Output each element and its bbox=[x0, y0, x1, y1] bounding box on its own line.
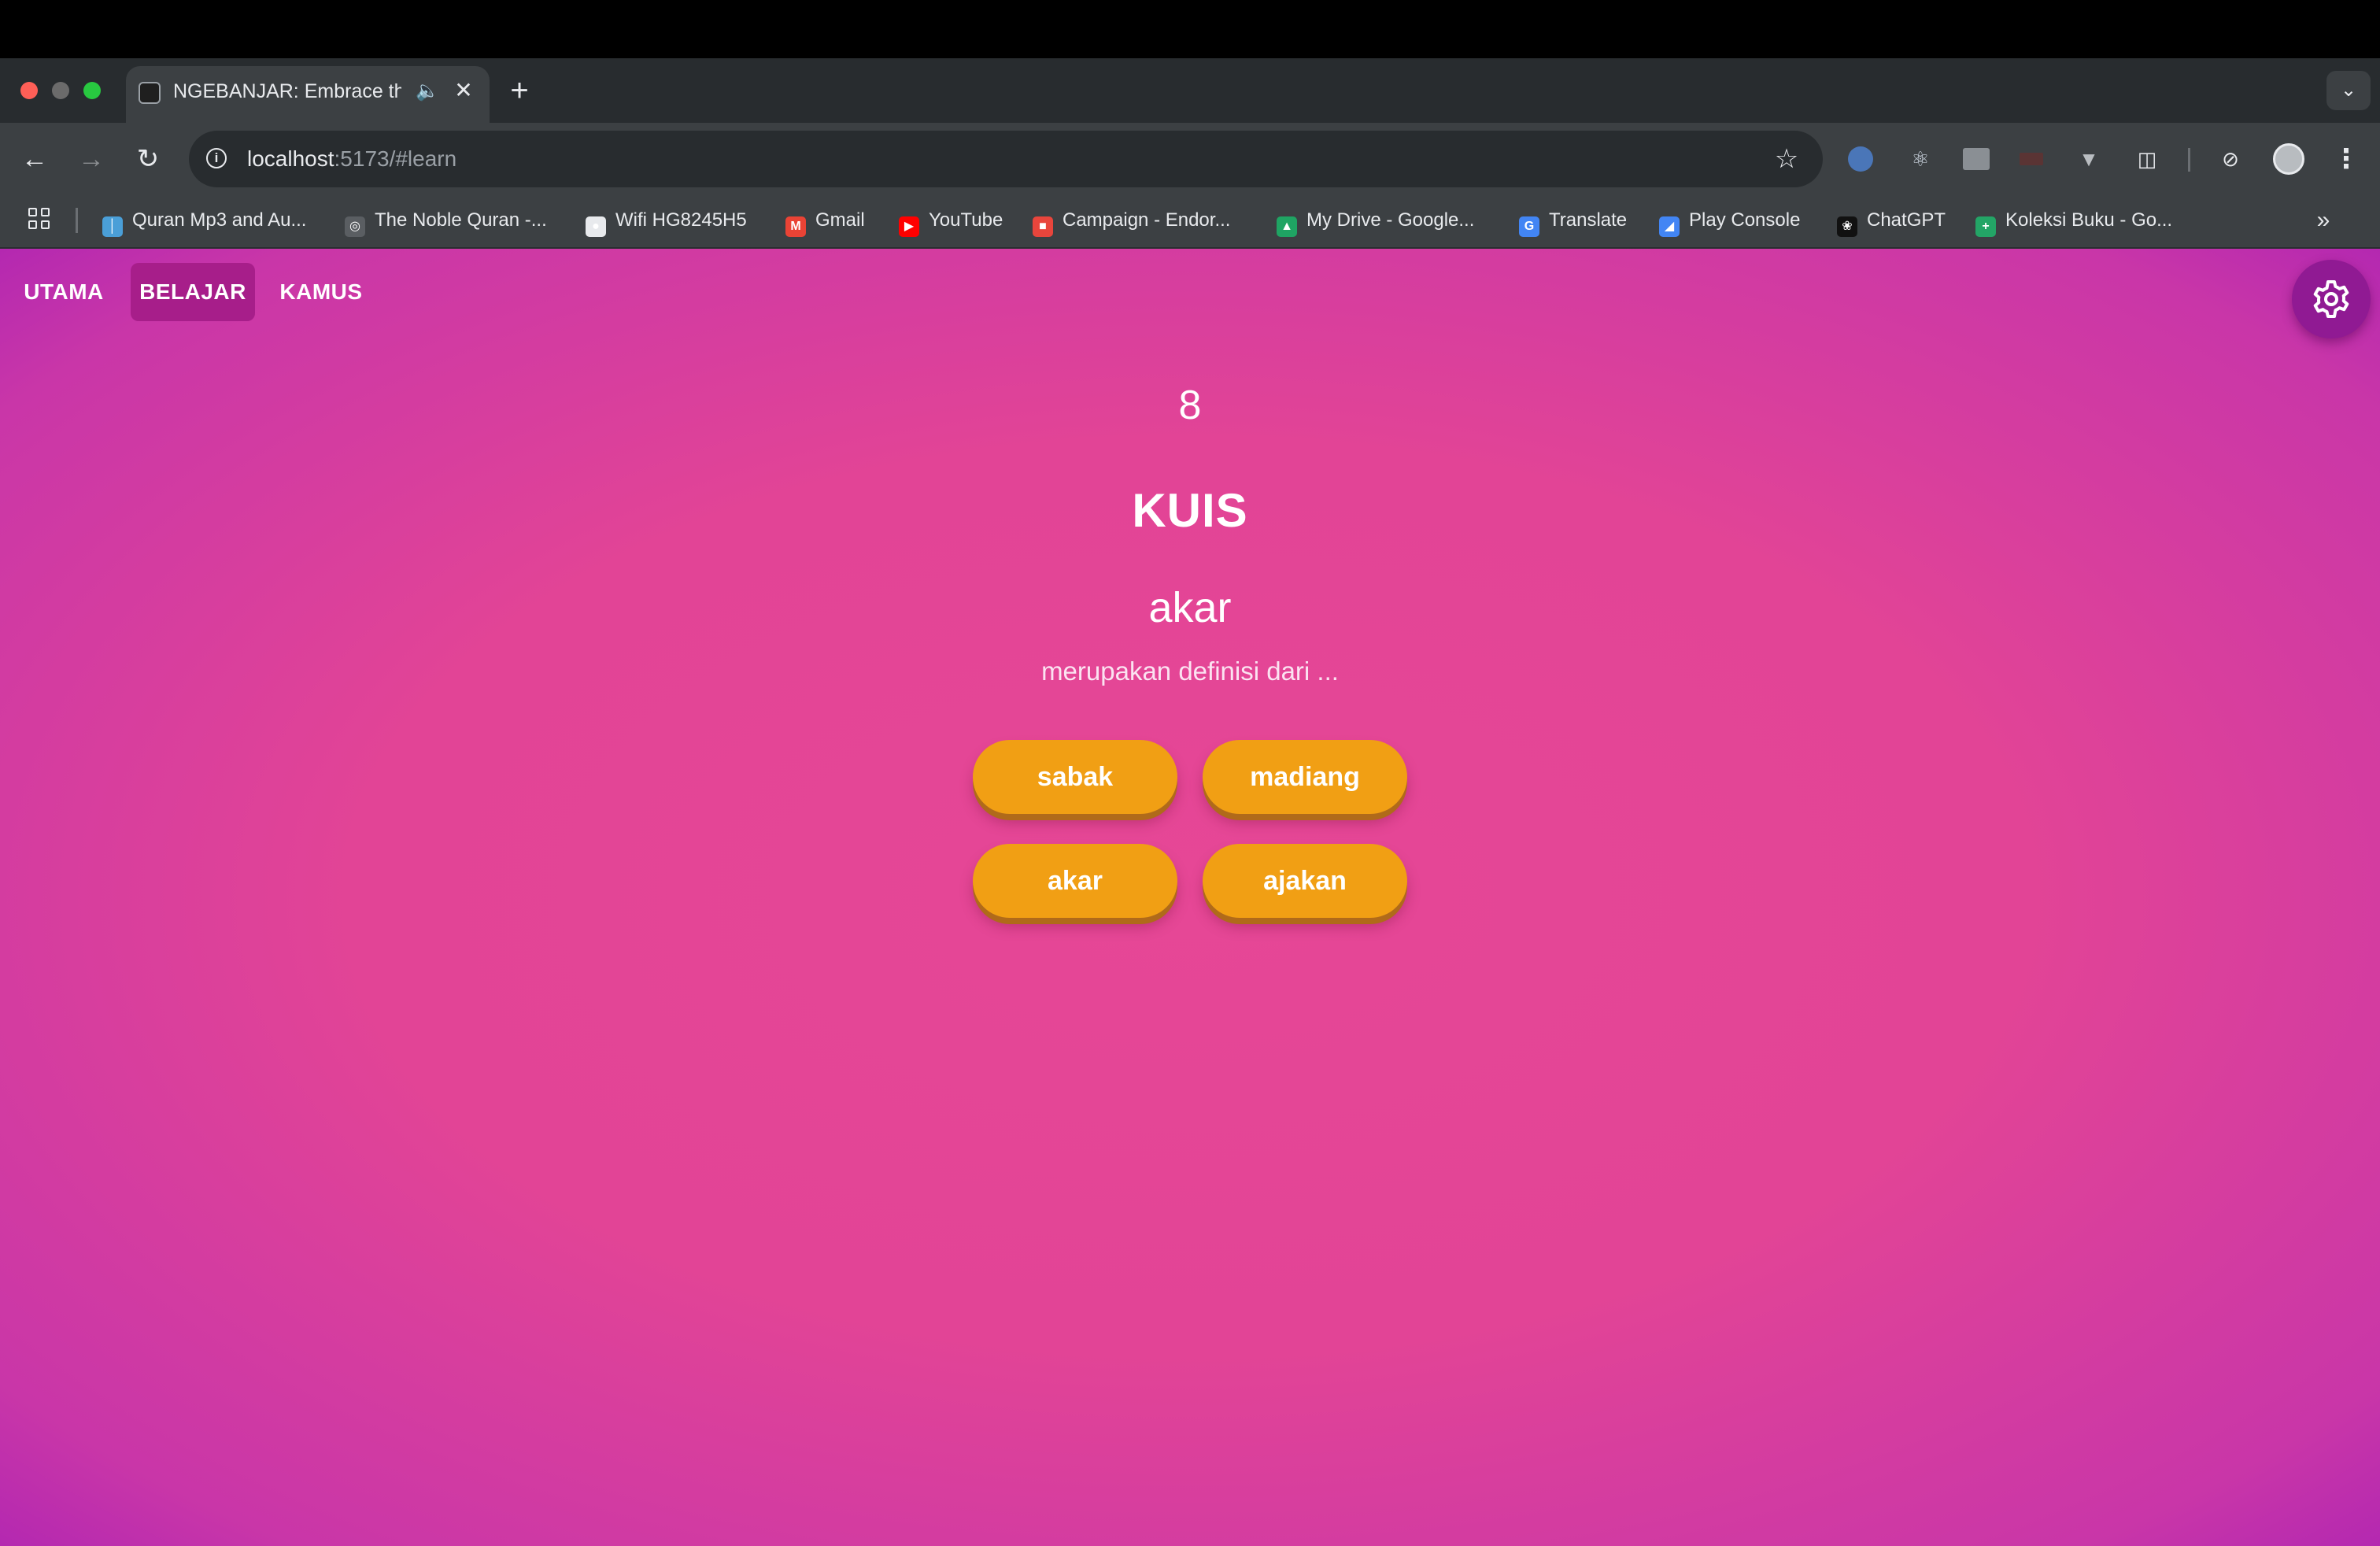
play-console-icon: ◢ bbox=[1659, 216, 1680, 237]
bookmark-item[interactable]: G Translate bbox=[1519, 206, 1628, 237]
answer-button[interactable]: akar bbox=[973, 844, 1177, 918]
question-counter: 8 bbox=[1178, 383, 1202, 428]
google-drive-icon: ▲ bbox=[1277, 216, 1297, 237]
bookmark-label: The Noble Quran -... bbox=[375, 209, 547, 231]
info-icon[interactable]: i bbox=[206, 148, 227, 168]
apps-grid-icon[interactable] bbox=[28, 208, 52, 231]
youtube-icon: ▶ bbox=[899, 216, 919, 237]
tab-title: NGEBANJAR: Embrace the bbox=[173, 80, 401, 102]
close-window-button[interactable] bbox=[20, 82, 38, 99]
bookmark-item[interactable]: ▲ My Drive - Google... bbox=[1277, 206, 1475, 237]
bookmark-label: Quran Mp3 and Au... bbox=[132, 209, 307, 231]
tab-search-chevron-icon[interactable]: ⌄ bbox=[2326, 71, 2371, 110]
extension-icon[interactable] bbox=[2020, 153, 2043, 165]
bookmarks-divider bbox=[76, 208, 78, 233]
react-devtools-icon[interactable]: ⚛ bbox=[1906, 145, 1935, 173]
bookmark-item[interactable]: ▶ YouTube bbox=[899, 206, 1003, 237]
extension-icon[interactable] bbox=[1963, 148, 1990, 170]
bookmark-item[interactable]: ◢ Play Console bbox=[1659, 206, 1801, 237]
speaker-icon[interactable]: 🔈 bbox=[416, 79, 439, 104]
microphone-icon: │ bbox=[102, 216, 123, 237]
google-translate-icon: G bbox=[1519, 216, 1539, 237]
campaign-icon: ■ bbox=[1033, 216, 1053, 237]
toolbar-divider bbox=[2188, 148, 2190, 172]
url-host: localhost bbox=[247, 146, 334, 171]
answer-button[interactable]: sabak bbox=[973, 740, 1177, 814]
bookmark-item[interactable]: ■ Campaign - Endor... bbox=[1033, 206, 1231, 237]
puzzle-extensions-icon[interactable]: ◫ bbox=[2133, 145, 2161, 173]
bookmark-label: Campaign - Endor... bbox=[1062, 209, 1231, 231]
quiz-prompt: merupakan definisi dari ... bbox=[1041, 656, 1339, 686]
close-tab-icon[interactable]: ✕ bbox=[453, 77, 474, 104]
bookmark-item[interactable]: + Koleksi Buku - Go... bbox=[1975, 206, 2173, 237]
maximize-window-button[interactable] bbox=[83, 82, 101, 99]
nav-utama[interactable]: UTAMA bbox=[14, 263, 113, 321]
url-text[interactable]: localhost:5173/#learn bbox=[247, 143, 456, 175]
reload-icon[interactable]: ↻ bbox=[128, 139, 168, 179]
google-sheets-icon: + bbox=[1975, 216, 1996, 237]
gear-icon bbox=[2313, 280, 2349, 318]
back-arrow-icon[interactable]: ← bbox=[14, 139, 55, 179]
bookmark-item[interactable]: M Gmail bbox=[785, 206, 865, 237]
nav-kamus[interactable]: KAMUS bbox=[272, 263, 370, 321]
bookmark-item[interactable]: ◎ The Noble Quran -... bbox=[345, 206, 547, 237]
settings-button[interactable] bbox=[2292, 260, 2371, 338]
chatgpt-icon: ❀ bbox=[1837, 216, 1857, 237]
performance-icon[interactable]: ⊘ bbox=[2216, 145, 2245, 173]
new-tab-button[interactable]: + bbox=[505, 74, 534, 107]
bookmark-item[interactable]: ● Wifi HG8245H5 bbox=[586, 206, 747, 237]
double-chevron-icon[interactable]: » bbox=[2311, 206, 2336, 235]
bookmark-label: Play Console bbox=[1689, 209, 1801, 231]
url-path: :5173/#learn bbox=[334, 146, 457, 171]
bookmark-label: ChatGPT bbox=[1867, 209, 1946, 231]
minimize-window-button[interactable] bbox=[52, 82, 69, 99]
answer-button[interactable]: ajakan bbox=[1203, 844, 1407, 918]
bookmark-label: Gmail bbox=[815, 209, 865, 231]
answer-button[interactable]: madiang bbox=[1203, 740, 1407, 814]
vertical-dots-icon[interactable]: ⋮ bbox=[2333, 140, 2360, 178]
gmail-icon: M bbox=[785, 216, 806, 237]
forward-arrow-icon[interactable]: → bbox=[71, 139, 112, 179]
bookmark-label: Translate bbox=[1549, 209, 1628, 231]
os-top-bar bbox=[0, 0, 2380, 58]
quiz-title: KUIS bbox=[1132, 484, 1248, 537]
bookmark-label: My Drive - Google... bbox=[1306, 209, 1475, 231]
vue-devtools-icon[interactable]: ▼ bbox=[2075, 145, 2103, 173]
nav-belajar[interactable]: BELAJAR bbox=[131, 263, 255, 321]
tab-favicon-icon bbox=[139, 82, 161, 104]
quran-icon: ◎ bbox=[345, 216, 365, 237]
profile-avatar[interactable] bbox=[2273, 143, 2304, 175]
bookmark-label: Wifi HG8245H5 bbox=[615, 209, 747, 231]
extension-icon[interactable] bbox=[1848, 146, 1873, 172]
star-icon[interactable]: ☆ bbox=[1771, 142, 1802, 176]
bookmark-label: YouTube bbox=[929, 209, 1003, 231]
bookmark-label: Koleksi Buku - Go... bbox=[2005, 209, 2173, 231]
globe-icon: ● bbox=[586, 216, 606, 237]
bookmark-item[interactable]: ❀ ChatGPT bbox=[1837, 206, 1946, 237]
bookmark-item[interactable]: │ Quran Mp3 and Au... bbox=[102, 206, 307, 237]
quiz-word: akar bbox=[1148, 584, 1232, 631]
app-page bbox=[0, 249, 2380, 1546]
